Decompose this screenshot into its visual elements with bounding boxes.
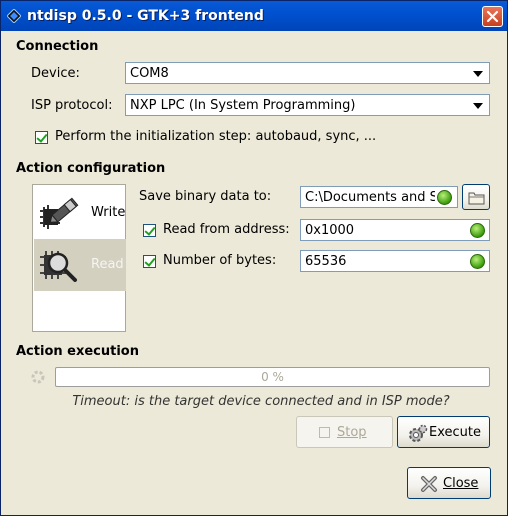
read-from-value: 0x1000 xyxy=(305,223,355,238)
init-step-label[interactable]: Perform the initialization step: autobau… xyxy=(55,129,376,144)
execute-button-label: Execute xyxy=(429,425,481,440)
close-button-label: Close xyxy=(443,476,479,491)
chip-write-icon xyxy=(40,197,79,229)
stop-button-label: Stop xyxy=(337,425,367,440)
isp-protocol-label: ISP protocol: xyxy=(31,98,113,113)
app-icon xyxy=(7,9,21,23)
status-ok-icon xyxy=(437,190,452,205)
window-title: ntdisp 0.5.0 - GTK+3 frontend xyxy=(27,8,264,24)
stop-icon xyxy=(319,427,330,438)
device-value: COM8 xyxy=(130,66,169,81)
execute-button[interactable]: Execute xyxy=(397,416,490,448)
title-bar[interactable]: ntdisp 0.5.0 - GTK+3 frontend xyxy=(1,1,507,31)
isp-protocol-value: NXP LPC (In System Programming) xyxy=(130,98,356,113)
close-icon xyxy=(421,476,437,492)
num-bytes-field[interactable]: 65536 xyxy=(300,250,490,272)
save-binary-label: Save binary data to: xyxy=(139,189,272,204)
close-icon xyxy=(486,10,499,23)
read-from-label[interactable]: Read from address: xyxy=(163,222,290,237)
gear-icon xyxy=(409,424,428,442)
init-step-checkbox[interactable] xyxy=(35,131,48,144)
action-item-read-label: Read xyxy=(91,257,124,272)
device-label: Device: xyxy=(31,66,80,81)
device-combo[interactable]: COM8 xyxy=(125,62,490,84)
progress-bar: 0 % xyxy=(55,367,490,387)
action-item-write[interactable]: Write xyxy=(34,187,126,239)
save-path-field[interactable]: C:\Documents and S xyxy=(300,186,458,208)
action-config-section-title: Action configuration xyxy=(16,161,166,176)
action-icon-view[interactable]: Write Read xyxy=(32,184,126,332)
status-ok-icon xyxy=(470,223,485,238)
browse-folder-button[interactable] xyxy=(462,184,490,210)
chip-read-icon xyxy=(40,251,77,282)
num-bytes-checkbox[interactable] xyxy=(143,255,156,268)
close-button[interactable]: Close xyxy=(407,467,491,499)
folder-icon xyxy=(468,192,485,205)
num-bytes-label[interactable]: Number of bytes: xyxy=(163,253,276,268)
status-ok-icon xyxy=(470,254,485,269)
connection-section-title: Connection xyxy=(16,39,99,54)
window-close-button[interactable] xyxy=(482,6,503,27)
progress-text: 0 % xyxy=(261,370,284,384)
chevron-down-icon xyxy=(473,71,483,77)
num-bytes-value: 65536 xyxy=(305,254,347,269)
main-window: ntdisp 0.5.0 - GTK+3 frontend Connection… xyxy=(0,0,508,516)
save-path-value: C:\Documents and S xyxy=(305,190,435,205)
spinner-icon xyxy=(31,370,45,384)
read-from-checkbox[interactable] xyxy=(143,224,156,237)
stop-button[interactable]: Stop xyxy=(296,416,393,448)
status-message: Timeout: is the target device connected … xyxy=(72,394,450,409)
action-execution-section-title: Action execution xyxy=(16,344,139,359)
chevron-down-icon xyxy=(473,103,483,109)
action-item-write-label: Write xyxy=(91,205,126,220)
read-from-field[interactable]: 0x1000 xyxy=(300,219,490,241)
action-item-read[interactable]: Read xyxy=(34,239,126,291)
isp-protocol-combo[interactable]: NXP LPC (In System Programming) xyxy=(125,94,490,116)
